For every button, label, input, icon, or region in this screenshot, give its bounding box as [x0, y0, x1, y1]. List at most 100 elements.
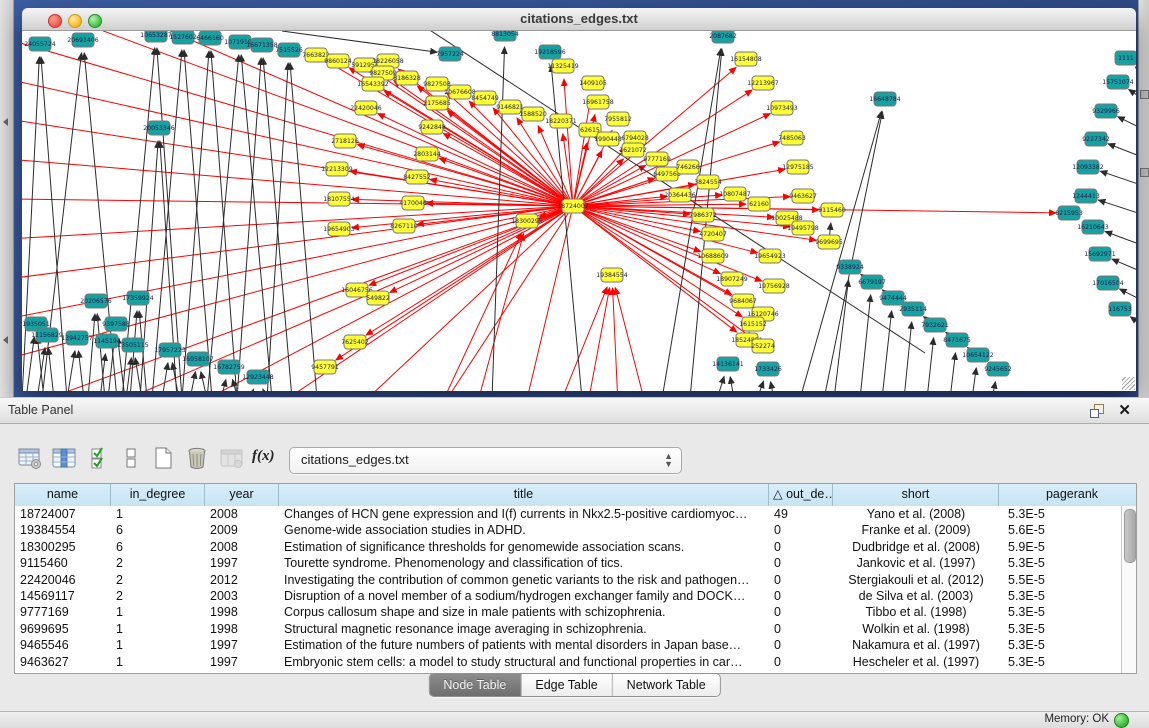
graph-node[interactable]: 1527602 [169, 31, 197, 44]
table-row[interactable]: 1872400712008Changes of HCN gene express… [15, 506, 1122, 522]
graph-node[interactable]: 6466160 [196, 31, 224, 45]
graph-node[interactable]: 15751074 [1102, 75, 1134, 89]
graph-node[interactable]: 1621072 [619, 143, 647, 157]
graph-node[interactable]: 16671358 [246, 38, 278, 52]
new-column-button[interactable] [152, 445, 180, 473]
table-scrollbar[interactable] [1121, 506, 1136, 673]
graph-node[interactable]: 9684067 [729, 294, 757, 308]
row-selection-button[interactable] [122, 445, 150, 473]
graph-node[interactable]: 9457791 [311, 360, 339, 374]
graph-node[interactable]: 13505115 [117, 338, 149, 352]
graph-node[interactable]: 13942757 [61, 331, 93, 345]
graph-node[interactable]: 9242848 [418, 120, 446, 134]
graph-node[interactable]: 8471675 [943, 333, 971, 347]
table-row[interactable]: 1830029562008Estimation of significance … [15, 539, 1122, 555]
column-header-name[interactable]: name [15, 484, 111, 506]
graph-node[interactable]: 116753 [1108, 302, 1132, 316]
graph-node[interactable]: 1733426 [754, 362, 782, 376]
graph-node[interactable]: 7932621 [921, 318, 949, 332]
graph-node[interactable]: 8186328 [393, 71, 421, 85]
collapse-handle-icon[interactable] [3, 118, 8, 126]
column-visibility-button[interactable] [52, 445, 80, 473]
graph-node[interactable]: 18300295 [511, 214, 543, 228]
graph-node[interactable]: 2935114 [899, 302, 927, 316]
graph-node[interactable]: 7485063 [778, 131, 806, 145]
graph-node[interactable]: 62160 [748, 197, 770, 211]
graph-node[interactable]: 9227342 [1082, 132, 1110, 146]
column-header-title[interactable]: title [279, 484, 769, 506]
graph-node[interactable]: 16782759 [213, 360, 245, 374]
column-header-pagerank[interactable]: pagerank [999, 484, 1136, 506]
table-row[interactable]: 946362711997Embryonic stem cells: a mode… [15, 654, 1122, 670]
tab-node-table[interactable]: Node Table [429, 674, 521, 696]
graph-node[interactable]: 549822 [366, 291, 390, 305]
graph-node[interactable]: 2087682 [709, 31, 737, 43]
graph-node[interactable]: 2175685 [423, 96, 451, 110]
graph-node[interactable]: 15692971 [1084, 247, 1116, 261]
table-row[interactable]: 977716911998Corpus callosum shape and si… [15, 604, 1122, 620]
graph-node[interactable]: 18907249 [716, 272, 748, 286]
column-header-short[interactable]: short [833, 484, 999, 506]
graph-node[interactable]: 20691406 [67, 33, 99, 47]
graph-node[interactable]: 4170046 [399, 196, 427, 210]
network-canvas[interactable]: 24055724 20691406 1065328715276026466160 10… [22, 31, 1136, 391]
graph-node[interactable]: 11156829 [31, 328, 63, 342]
column-header-out-degree[interactable]: △ out_de… [769, 484, 833, 506]
graph-node[interactable]: 19495798 [787, 221, 819, 235]
graph-node[interactable]: 17957223 [154, 343, 186, 357]
graph-node[interactable]: 24055724 [24, 37, 56, 51]
graph-node[interactable]: 12923448 [242, 370, 274, 384]
graph-node[interactable]: 16958107 [182, 352, 214, 366]
panel-widget-icon[interactable] [1140, 90, 1149, 99]
graph-node[interactable]: 16961758 [582, 95, 614, 109]
graph-node[interactable]: 10653287 [140, 31, 172, 42]
table-row[interactable]: 969969511998Structural magnetic resonanc… [15, 621, 1122, 637]
graph-node[interactable]: 1990448 [594, 132, 622, 146]
tab-network-table[interactable]: Network Table [613, 674, 720, 696]
graph-node[interactable]: 4720407 [699, 227, 727, 241]
graph-node[interactable]: 8215953 [1055, 206, 1083, 220]
graph-node[interactable]: 10688609 [697, 249, 729, 263]
graph-node[interactable]: 19654903 [323, 222, 355, 236]
graph-node[interactable]: 7955812 [604, 112, 632, 126]
graph-node[interactable]: 20206576 [80, 294, 112, 308]
graph-node[interactable]: 12213309 [321, 162, 353, 176]
graph-node[interactable]: 18220371 [545, 114, 577, 128]
close-panel-icon[interactable]: ✕ [1118, 401, 1131, 419]
graph-node[interactable]: 9699695 [815, 235, 843, 249]
table-row[interactable]: 911546021997Tourette syndrome. Phenomeno… [15, 555, 1122, 571]
graph-node[interactable]: 17016504 [1092, 276, 1124, 290]
graph-node[interactable]: 9397588 [102, 317, 130, 331]
table-row[interactable]: 1938455462009Genome-wide association stu… [15, 522, 1122, 538]
window-resize-grip[interactable] [1122, 377, 1135, 390]
graph-node[interactable]: 9777169 [643, 152, 671, 166]
graph-node[interactable]: 19218596 [534, 45, 566, 59]
table-row[interactable]: 946554611997Estimation of the future num… [15, 637, 1122, 653]
graph-node[interactable]: 9338924 [836, 260, 864, 274]
graph-node[interactable]: 1111 [1115, 51, 1136, 65]
graph-node[interactable]: 12975185 [782, 160, 814, 174]
scrollbar-thumb[interactable] [1124, 509, 1136, 563]
column-header-year[interactable]: year [205, 484, 279, 506]
window-titlebar[interactable]: citations_edges.txt [22, 8, 1136, 31]
graph-node[interactable]: 18107554 [323, 192, 355, 206]
graph-node[interactable]: 9329966 [1092, 104, 1120, 118]
graph-node[interactable]: 10654122 [962, 348, 994, 362]
graph-node[interactable]: 9860124 [324, 54, 352, 68]
graph-node[interactable]: 1588520 [519, 107, 547, 121]
graph-node[interactable]: 19756928 [758, 279, 790, 293]
graph-node[interactable]: 9245652 [984, 362, 1012, 376]
memory-status-indicator[interactable] [1114, 713, 1129, 728]
table-row[interactable]: 2242004622012Investigating the contribut… [15, 572, 1122, 588]
graph-node[interactable]: 7986372 [689, 208, 717, 222]
graph-node[interactable]: 14136141 [712, 357, 744, 371]
graph-node[interactable]: 19654923 [754, 249, 786, 263]
graph-node[interactable]: 20364436 [664, 188, 696, 202]
graph-node[interactable]: 7957224 [436, 47, 464, 61]
graph-node[interactable]: 20053346 [143, 121, 175, 135]
graph-node[interactable]: 252274 [751, 339, 775, 353]
selection-mode-button[interactable] [90, 445, 118, 473]
panel-widget-icon[interactable] [1140, 168, 1149, 177]
collapse-handle-icon[interactable] [3, 336, 8, 344]
table-row[interactable]: 1456911722003Disruption of a novel membe… [15, 588, 1122, 604]
